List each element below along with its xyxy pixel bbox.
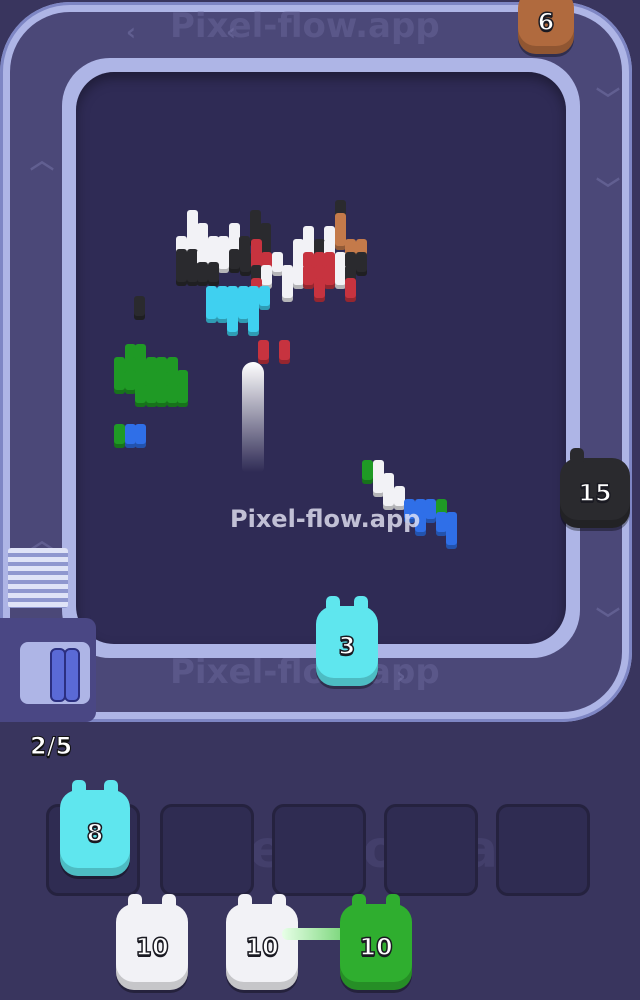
- pixel-block: [228, 249, 240, 273]
- shooter-count: 15: [578, 478, 613, 508]
- down-arrow-icon: ﹀: [596, 86, 620, 114]
- pixel-block: [292, 265, 304, 289]
- pixel-block: [372, 473, 384, 497]
- left-arrow-icon: ‹: [226, 18, 236, 46]
- pixel-block: [313, 278, 325, 302]
- watermark-center: Pixel-flow.app: [230, 505, 421, 533]
- shooter-count: 10: [245, 932, 280, 962]
- pixel-block: [176, 262, 187, 286]
- pixel-block: [425, 499, 436, 523]
- pixel-block: [334, 265, 346, 289]
- pixel-block: [248, 312, 259, 336]
- pixel-block: [186, 262, 198, 286]
- pixel-block: [216, 299, 228, 323]
- pixel-block: [166, 383, 178, 407]
- pixel-block: [258, 340, 269, 364]
- up-arrow-icon: ︿: [30, 146, 54, 174]
- pixel-block: [282, 278, 293, 302]
- pixel-block: [114, 424, 125, 448]
- pixel-block: [355, 252, 367, 276]
- pixel-block: [135, 424, 146, 448]
- pixel-block: [218, 249, 229, 273]
- shooter-count: 8: [86, 818, 104, 848]
- right-arrow-icon: ›: [396, 662, 406, 690]
- slot-2[interactable]: [160, 804, 254, 896]
- pixel-block: [124, 424, 136, 448]
- slot-3[interactable]: [272, 804, 366, 896]
- pixel-block: [345, 278, 356, 302]
- pixel-block: [227, 312, 238, 336]
- slot-4[interactable]: [384, 804, 478, 896]
- pixel-block: [145, 383, 157, 407]
- pixel-block: [362, 460, 373, 484]
- pixel-block: [240, 252, 251, 276]
- spool-icon: [64, 648, 80, 702]
- pixel-block: [279, 340, 290, 364]
- shooter-cyan[interactable]: 3: [316, 596, 378, 686]
- pixel-block: [207, 262, 219, 286]
- pixel-block: [271, 252, 283, 276]
- queue-shooter-white[interactable]: 10: [226, 894, 298, 990]
- pixel-block: [135, 383, 146, 407]
- shooter-count: 10: [359, 932, 394, 962]
- shooter-count: 10: [135, 932, 170, 962]
- slot-shooter-cyan[interactable]: 8: [60, 780, 130, 876]
- pixel-block: [114, 370, 125, 394]
- pixel-block: [446, 525, 457, 549]
- watermark-top: Pixel-flow.app: [170, 6, 440, 46]
- queue-shooter-white[interactable]: 10: [116, 894, 188, 990]
- pixel-block: [435, 512, 447, 536]
- down-arrow-icon: ﹀: [596, 606, 620, 634]
- pixel-block: [197, 262, 208, 286]
- down-arrow-icon: ﹀: [596, 176, 620, 204]
- pixel-block: [237, 299, 249, 323]
- pixel-block: [303, 265, 314, 289]
- slot-5[interactable]: [496, 804, 590, 896]
- left-arrow-icon: ‹: [126, 18, 136, 46]
- pixel-block: [124, 370, 136, 394]
- pixel-block: [324, 265, 335, 289]
- queue-shooter-green[interactable]: 10: [340, 894, 412, 990]
- progress-label: 2/5: [29, 732, 73, 761]
- shooter-count: 3: [338, 631, 356, 661]
- shooter-count: 6: [537, 7, 555, 37]
- pixel-block: [177, 383, 188, 407]
- shooter-brown[interactable]: 6: [518, 0, 574, 54]
- pixel-block: [156, 383, 167, 407]
- pixel-block: [258, 286, 270, 310]
- shooter-black[interactable]: 15: [560, 448, 630, 528]
- conveyor-ramp: [8, 548, 68, 608]
- projectile: [242, 362, 264, 472]
- pixel-block: [334, 226, 346, 250]
- pixel-block: [134, 296, 145, 320]
- pixel-block: [206, 299, 217, 323]
